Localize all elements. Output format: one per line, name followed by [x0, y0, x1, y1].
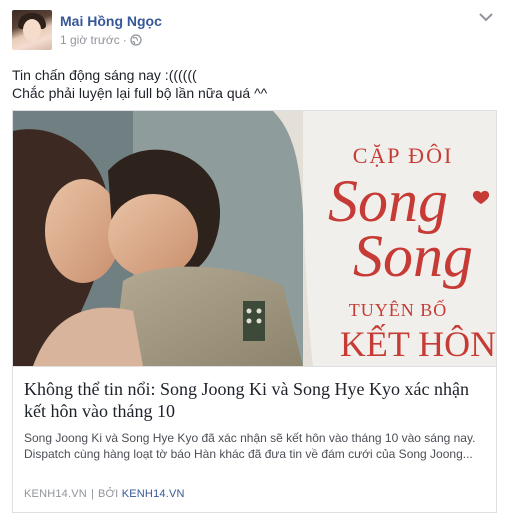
- post-text-line: Chắc phải luyện lại full bộ lần nữa quá …: [12, 85, 268, 101]
- by-label: BỞI: [98, 488, 119, 500]
- link-card-body: Không thể tin nổi: Song Joong Ki và Song…: [13, 366, 496, 512]
- description-line: Song Joong Ki và Song Hye Kyo đã xác nhậ…: [24, 431, 476, 445]
- post-text-line: Tin chấn động sáng nay :((((((: [12, 67, 197, 83]
- chevron-down-icon[interactable]: [479, 12, 493, 22]
- by-source-link[interactable]: KENH14.VN: [122, 488, 185, 500]
- meta-dot: ·: [122, 33, 127, 47]
- link-card-title[interactable]: Không thể tin nổi: Song Joong Ki và Song…: [24, 378, 486, 422]
- overlay-line: TUYÊN BỐ: [349, 299, 448, 320]
- source-domain: KENH14.VN: [24, 488, 87, 500]
- post-header: Mai Hồng Ngọc 1 giờ trước ·: [12, 10, 495, 52]
- timestamp[interactable]: 1 giờ trước: [60, 33, 120, 47]
- description-line: Dispatch cùng hàng loạt tờ báo Hàn khác …: [24, 447, 473, 461]
- author-name[interactable]: Mai Hồng Ngọc: [60, 13, 162, 29]
- post-meta: 1 giờ trước ·: [60, 33, 142, 47]
- avatar[interactable]: [12, 10, 52, 50]
- link-card[interactable]: CẶP ĐÔI Song Song TUYÊN BỐ KẾT HÔN Không…: [12, 110, 497, 513]
- source-separator: |: [90, 488, 94, 500]
- avatar-face: [23, 19, 41, 41]
- post-text: Tin chấn động sáng nay :(((((( Chắc phải…: [12, 66, 495, 102]
- link-card-image[interactable]: CẶP ĐÔI Song Song TUYÊN BỐ KẾT HÔN: [13, 111, 496, 366]
- overlay-line: KẾT HÔN: [340, 324, 496, 364]
- link-card-photo: CẶP ĐÔI Song Song TUYÊN BỐ KẾT HÔN: [13, 111, 496, 366]
- overlay-line: CẶP ĐÔI: [353, 143, 454, 168]
- globe-icon[interactable]: [130, 34, 142, 46]
- link-card-source: KENH14.VN | BỞI KENH14.VN: [24, 488, 185, 500]
- overlay-line: Song: [353, 223, 473, 289]
- link-card-description: Song Joong Ki và Song Hye Kyo đã xác nhậ…: [24, 430, 489, 462]
